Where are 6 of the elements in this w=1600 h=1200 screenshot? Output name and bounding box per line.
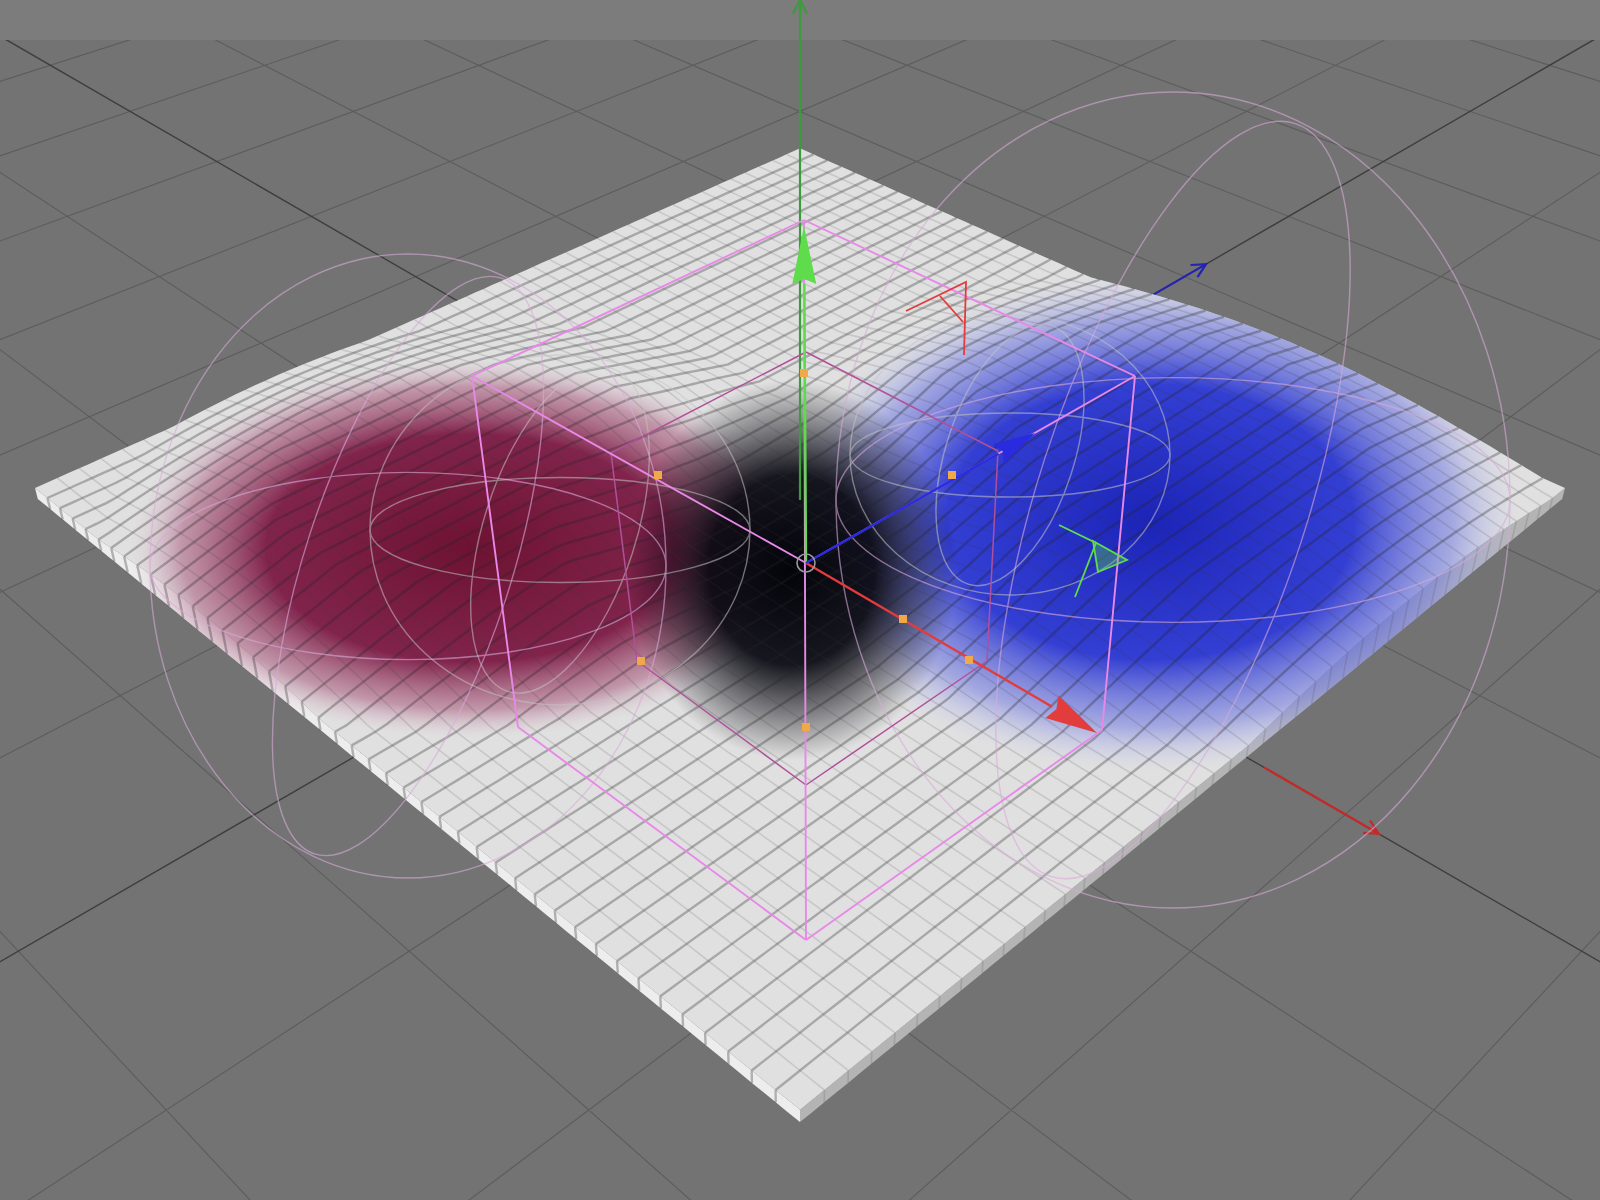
plane-handle-icon[interactable] (905, 280, 967, 356)
x-axis-arrow[interactable] (805, 561, 1097, 733)
origin-marker-icon (796, 553, 816, 573)
plane-handle-icon[interactable] (1058, 524, 1130, 598)
y-axis-arrow[interactable] (792, 226, 817, 563)
z-axis-arrow[interactable] (805, 433, 1035, 565)
